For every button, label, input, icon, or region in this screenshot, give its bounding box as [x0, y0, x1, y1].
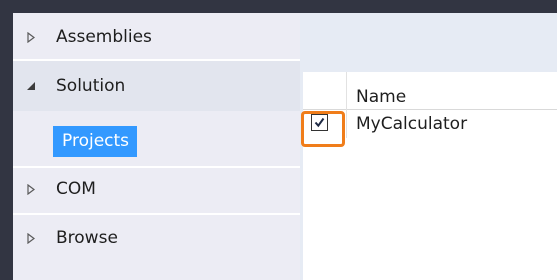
window-frame-top — [0, 0, 557, 13]
nav-item-label: Browse — [56, 228, 118, 248]
nav-item-solution[interactable]: Solution — [13, 61, 300, 111]
reference-grid: Name MyCalculator — [303, 72, 557, 280]
expanded-arrow-icon[interactable] — [25, 78, 37, 94]
grid-header: Name — [303, 72, 557, 110]
nav-subitem-label: Projects — [62, 131, 130, 151]
nav-item-label: Assemblies — [56, 27, 152, 47]
nav-subitem-projects[interactable]: Projects — [53, 126, 137, 157]
include-checkbox[interactable] — [311, 114, 328, 131]
row-name: MyCalculator — [356, 114, 468, 134]
window-frame-left — [0, 13, 13, 280]
column-header-check[interactable] — [303, 72, 347, 110]
column-header-name[interactable]: Name — [356, 86, 406, 108]
reference-manager-window: Assemblies Solution Projects COM Browse … — [0, 0, 557, 280]
table-row[interactable]: MyCalculator — [303, 110, 557, 138]
nav-item-label: Solution — [56, 76, 126, 96]
nav-item-label: COM — [56, 179, 96, 199]
collapsed-arrow-icon[interactable] — [25, 181, 37, 197]
collapsed-arrow-icon[interactable] — [25, 29, 37, 45]
checkmark-icon — [314, 113, 325, 132]
nav-item-assemblies[interactable]: Assemblies — [13, 13, 300, 60]
check-cell — [303, 110, 347, 138]
nav-item-browse[interactable]: Browse — [13, 215, 300, 262]
nav-item-com[interactable]: COM — [13, 168, 300, 215]
collapsed-arrow-icon[interactable] — [25, 230, 37, 246]
category-nav: Assemblies Solution Projects COM Browse — [13, 13, 300, 280]
